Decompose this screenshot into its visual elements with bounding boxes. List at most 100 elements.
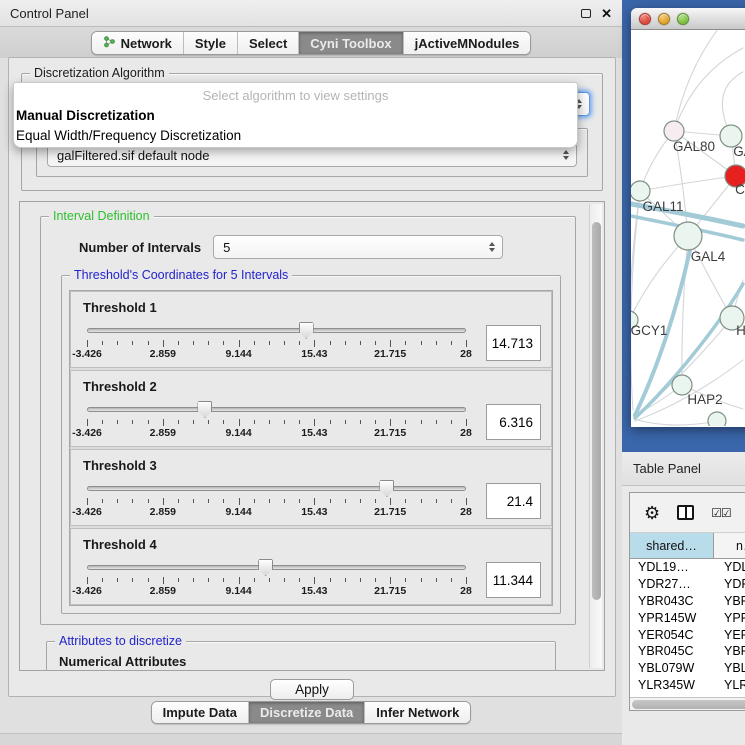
threshold-panel: Threshold 3-3.4262.8599.14415.4321.71528… [70,449,552,526]
threshold-panel: Threshold 1-3.4262.8599.14415.4321.71528… [70,291,552,368]
slider-track-area [87,402,466,418]
tick-mark [284,578,285,582]
tick-mark [117,420,118,424]
tick-mark [193,420,194,424]
cell-shared-name[interactable]: YBR043C [630,594,714,608]
tick-mark [163,419,164,426]
network-canvas[interactable]: GAL80GACGAL11GAL4GCY1HHAP2 [631,30,745,426]
tick-mark [314,419,315,426]
tick-mark [299,420,300,424]
table-row[interactable]: YBR043CYBR0 [630,593,745,610]
scrollbar-thumb[interactable] [592,222,601,600]
settings-gear-icon[interactable]: ⚙ [644,504,660,522]
slider-track[interactable] [87,486,466,491]
network-edge [674,30,721,131]
column-header-shared-name[interactable]: shared… [630,533,714,558]
slider-track[interactable] [87,565,466,570]
cell-shared-name[interactable]: YBL079W [630,661,714,675]
tick-mark [178,578,179,582]
cell-shared-name[interactable]: YBR045C [630,644,714,658]
cell-shared-name[interactable]: YDR27… [630,577,714,591]
threshold-value-field[interactable]: 11.344 [486,562,541,598]
cell-shared-name[interactable]: YPR145W [630,611,714,625]
cell-name[interactable]: YBL0 [714,661,745,675]
tab-cyni-toolbox[interactable]: Cyni Toolbox [299,32,403,54]
tick-mark [117,341,118,345]
tick-mark [421,341,422,345]
tick-mark [314,577,315,584]
close-panel-icon[interactable]: ✕ [601,7,612,20]
slider-thumb[interactable] [258,559,273,576]
select-columns-icon[interactable]: ☑☑ [711,506,731,520]
threshold-slider[interactable]: -3.4262.8599.14415.4321.71528 [81,560,472,598]
cell-shared-name[interactable]: YER054C [630,628,714,642]
table-row[interactable]: YER054CYER0 [630,626,745,643]
tab-infer-network[interactable]: Infer Network [365,702,470,723]
close-window-icon[interactable] [639,13,651,25]
table-row[interactable]: YDR27…YDR2 [630,576,745,593]
table-row[interactable]: YBL079WYBL0 [630,660,745,677]
tick-mark [330,578,331,582]
threshold-slider[interactable]: -3.4262.8599.14415.4321.71528 [81,481,472,519]
tick-mark [345,420,346,424]
table-row[interactable]: YPR145WYPR1 [630,609,745,626]
algorithm-option[interactable]: Manual Discretization [14,106,577,126]
tick-mark [284,341,285,345]
tab-network[interactable]: Network [92,32,184,54]
network-node-gal80[interactable] [664,121,684,141]
slider-thumb[interactable] [197,401,212,418]
table-row[interactable]: YDL19…YDL1 [630,559,745,576]
minimize-window-icon[interactable] [658,13,670,25]
desktop-background: GAL80GACGAL11GAL4GCY1HHAP2 [622,0,745,452]
network-node-gal11[interactable] [631,181,650,201]
scrollbar-thumb[interactable] [632,700,745,709]
table-row[interactable]: YLR345WYLR3 [630,677,745,694]
split-columns-icon[interactable] [677,505,694,520]
table-row[interactable]: YBR045CYBR0 [630,643,745,660]
threshold-body: -3.4262.8599.14415.4321.71528 11.344 [81,560,541,598]
cell-shared-name[interactable]: YDL19… [630,560,714,574]
cell-name[interactable]: YPR1 [714,611,745,625]
tick-mark [102,420,103,424]
threshold-value-field[interactable]: 6.316 [486,404,541,440]
network-node-gal4[interactable] [674,222,702,250]
cell-name[interactable]: YDL1 [714,560,745,574]
network-node[interactable] [708,412,726,426]
table-panel-titlebar: Table Panel [622,452,745,486]
slider-thumb[interactable] [379,480,394,497]
algorithm-option[interactable]: Equal Width/Frequency Discretization [14,126,577,146]
float-window-icon[interactable] [581,9,591,18]
tab-select[interactable]: Select [238,32,299,54]
zoom-window-icon[interactable] [677,13,689,25]
settings-scrollbar[interactable] [589,204,602,668]
cell-name[interactable]: YER0 [714,628,745,642]
cell-name[interactable]: YLR3 [714,678,745,692]
table-horizontal-scrollbar[interactable] [630,697,745,710]
column-header-name[interactable]: n… [714,533,745,558]
group-title: Threshold's Coordinates for 5 Intervals [70,268,292,282]
tab-style[interactable]: Style [184,32,238,54]
cell-name[interactable]: YDR2 [714,577,745,591]
threshold-slider[interactable]: -3.4262.8599.14415.4321.71528 [81,402,472,440]
tab-label: Network [121,36,172,51]
threshold-slider[interactable]: -3.4262.8599.14415.4321.71528 [81,323,472,361]
network-window-titlebar[interactable] [631,8,745,30]
tick-mark [132,420,133,424]
tab-jactivemnodules[interactable]: jActiveMNodules [404,32,531,54]
cell-shared-name[interactable]: YLR345W [630,678,714,692]
apply-button[interactable]: Apply [270,679,354,700]
cell-name[interactable]: YBR0 [714,594,745,608]
threshold-value-field[interactable]: 21.4 [486,483,541,519]
threshold-value-field[interactable]: 14.713 [486,325,541,361]
tab-discretize-data[interactable]: Discretize Data [249,702,365,723]
window-footer [0,733,622,745]
slider-thumb[interactable] [299,322,314,339]
tick-mark [421,420,422,424]
tab-label: Select [249,36,287,51]
number-of-intervals-combo[interactable]: 5 [213,235,503,259]
cell-name[interactable]: YBR0 [714,644,745,658]
slider-track[interactable] [87,407,466,412]
network-icon [103,35,116,51]
slider-track[interactable] [87,328,466,333]
tab-impute-data[interactable]: Impute Data [152,702,249,723]
